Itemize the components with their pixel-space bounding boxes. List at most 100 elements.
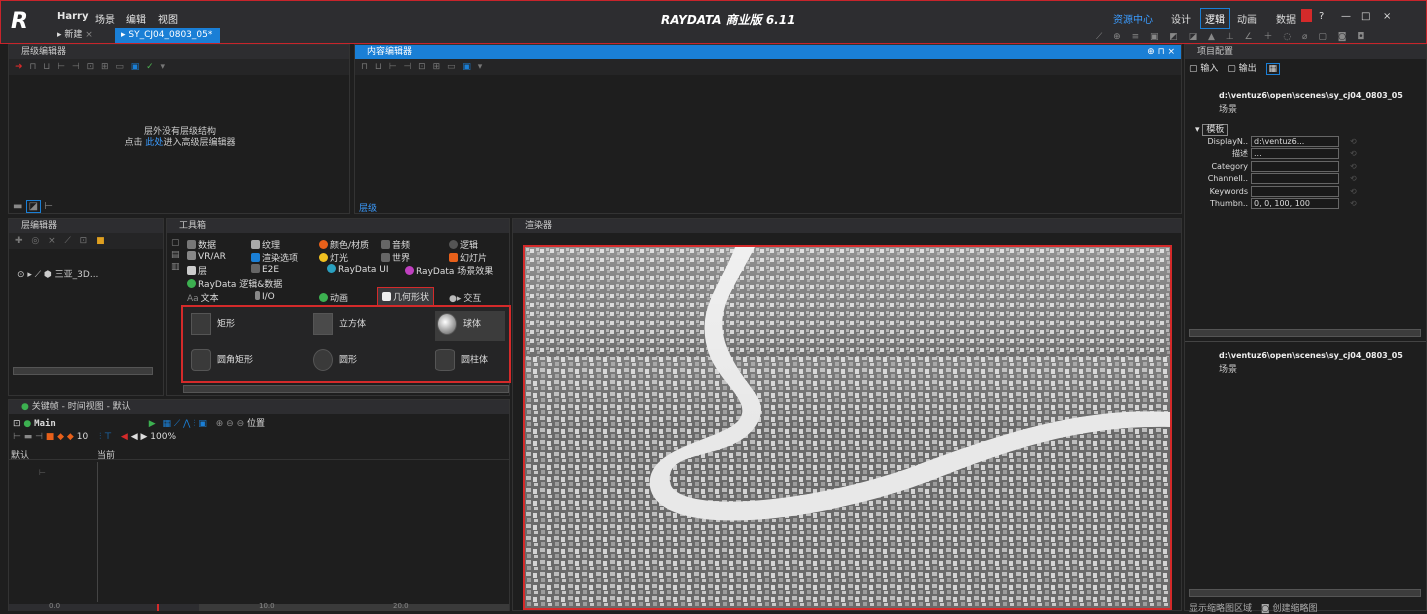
export-button[interactable]: ▢ 输出 (1227, 64, 1256, 74)
hierarchy-advanced-link[interactable]: 此处 (145, 138, 163, 148)
timeline-tools[interactable]: ▦ ⟋ ⋀ ⫶ ▣ (163, 419, 207, 429)
cat-animation[interactable]: 动画 (319, 291, 348, 304)
shape-sphere[interactable]: 球体 (435, 311, 505, 341)
menu-scene[interactable]: 场景 (95, 11, 115, 26)
shape-circle-label: 圆形 (339, 355, 358, 366)
render-viewport[interactable] (523, 245, 1172, 610)
mode-animation[interactable]: 动画 (1237, 11, 1257, 26)
shape-circle[interactable]: 圆形 (313, 349, 417, 379)
content-footer-label[interactable]: 层级 (359, 201, 377, 214)
position-label[interactable]: 位置 (247, 419, 265, 429)
toolbox-side-icons[interactable]: ▢ ▤ ▥ (171, 237, 183, 273)
top-toolbar-icons[interactable]: ⟋ ⊕ ≡ ▣ ◩ ◪ ▲ ⊥ ∠ ＋ ◌ ⌀ ▢ ◙ ◘ (1096, 29, 1396, 42)
reset-icon[interactable]: ⟲ (1350, 187, 1357, 196)
layer-item[interactable]: ⊙ ▸ ⟋ ⬢ 三亚_3D... (17, 267, 98, 280)
reset-icon[interactable]: ⟲ (1350, 174, 1357, 183)
layer-toolbar[interactable]: ✚ ◎ × ⟋ ⊡ ■ (9, 233, 163, 249)
show-thumbnail-area[interactable]: 显示缩略图区域 (1189, 604, 1252, 614)
property-field[interactable]: d:\ventuz6... (1251, 135, 1339, 147)
cat-render-options[interactable]: 渲染选项 (251, 251, 298, 264)
layer-editor-header: 层编辑器 (9, 219, 163, 233)
maximize-button[interactable]: □ (1361, 11, 1370, 22)
project-scrollbar-top[interactable] (1189, 329, 1421, 337)
city-render (525, 247, 1170, 608)
menu-view[interactable]: 视图 (158, 11, 178, 26)
cat-interaction[interactable]: ●▸ 交互 (449, 291, 481, 304)
keyframe-icons[interactable]: ■ ◆ ◆ (46, 432, 74, 442)
close-button[interactable]: × (1383, 11, 1391, 22)
user-name[interactable]: Harry (57, 11, 89, 22)
mode-data[interactable]: 数据 (1276, 11, 1296, 26)
cat-color-material[interactable]: 颜色/材质 (319, 238, 369, 251)
create-thumbnail[interactable]: 创建缩略图 (1273, 604, 1318, 614)
cat-slides[interactable]: 幻灯片 (449, 251, 487, 264)
step-back-icon[interactable]: ◀ (121, 432, 128, 442)
cat-texture[interactable]: 纹理 (251, 238, 280, 251)
marker-icons[interactable]: ⫶ ⊤ (99, 432, 112, 442)
project-scrollbar-bottom[interactable] (1189, 589, 1421, 597)
property-label: Category (1211, 161, 1248, 171)
reset-icon[interactable]: ⟲ (1350, 149, 1357, 158)
cat-io[interactable]: I/O (255, 291, 275, 302)
project-scene-label-2: 场景 (1219, 365, 1238, 375)
import-button[interactable]: ▢ 输入 (1189, 64, 1218, 74)
lock-icon[interactable]: ⊡ (13, 419, 21, 429)
cat-data[interactable]: 数据 (187, 238, 216, 251)
cat-raydata-logic[interactable]: RayData 逻辑&数据 (187, 277, 282, 290)
content-toolbar[interactable]: ⊓ ⊔ ⊢ ⊣ ⊡ ⊞ ▭ ▣ ▾ (355, 59, 1181, 75)
cat-raydata-effects[interactable]: RayData 场景效果 (405, 264, 493, 277)
timeline-toolbar-2: ⊢ ▬ ⊣ ■ ◆ ◆ 10 ⫶ ⊤ ◀ ◀ ▶ 100% (9, 432, 509, 448)
mode-design[interactable]: 设计 (1171, 11, 1191, 26)
cat-geometry[interactable]: 几何形状 (377, 287, 435, 306)
cat-raydata-ui[interactable]: RayData UI (327, 264, 389, 275)
frame-number[interactable]: 10 (77, 432, 88, 442)
play-icon[interactable]: ▶ (149, 419, 156, 429)
nav-arrows[interactable]: ◀ ▶ (131, 432, 148, 442)
shape-rounded-rectangle[interactable]: 圆角矩形 (191, 349, 295, 379)
property-field[interactable]: 0, 0, 100, 100 (1251, 198, 1339, 210)
cat-vrar[interactable]: VR/AR (187, 251, 226, 262)
tab-active-scene[interactable]: ▸ SY_CJ04_0803_05* × (115, 28, 220, 55)
hierarchy-footer-icons[interactable]: ▬ ◪ ⊢ (13, 200, 53, 213)
template-group[interactable]: ▾ 模板 (1195, 122, 1229, 136)
cat-data-label: 数据 (198, 241, 217, 251)
reset-icon[interactable]: ⟲ (1350, 137, 1357, 146)
help-button[interactable]: ? (1319, 11, 1324, 22)
reset-icon[interactable]: ⟲ (1350, 162, 1357, 171)
cat-audio[interactable]: 音频 (381, 238, 410, 251)
menu-edit[interactable]: 编辑 (126, 11, 146, 26)
pdf-icon[interactable] (1301, 9, 1312, 22)
cat-layer[interactable]: 层 (187, 264, 207, 277)
property-field[interactable] (1251, 160, 1339, 172)
layer-scrollbar[interactable] (13, 367, 153, 375)
cat-e2e[interactable]: E2E (251, 264, 279, 275)
import-label: 输入 (1200, 64, 1219, 74)
timeline-ruler[interactable]: 0.0 10.0 20.0 (9, 602, 509, 611)
zoom-icons[interactable]: ⊕ ⊖ ⊖ (216, 419, 244, 429)
property-field[interactable]: ... (1251, 148, 1339, 160)
mode-logic[interactable]: 逻辑 (1200, 8, 1230, 29)
property-field[interactable] (1251, 173, 1339, 185)
view-toggle-icon[interactable]: ▦ (1265, 63, 1281, 75)
reset-icon[interactable]: ⟲ (1350, 199, 1357, 208)
hierarchy-toolbar[interactable]: ➜ ⊓ ⊔ ⊢ ⊣ ⊡ ⊞ ▭ ▣ ✓ ▾ (9, 59, 349, 75)
cat-light[interactable]: 灯光 (319, 251, 348, 264)
property-field[interactable] (1251, 185, 1339, 197)
cat-text[interactable]: Aa 文本 (187, 291, 219, 304)
resource-center-link[interactable]: 资源中心 (1113, 11, 1153, 26)
shape-cube[interactable]: 立方体 (313, 313, 417, 343)
shape-rectangle[interactable]: 矩形 (191, 313, 295, 343)
minimize-button[interactable]: — (1341, 11, 1351, 22)
content-editor-panel: 内容编辑器 ⊕ ⊓ × ⊓ ⊔ ⊢ ⊣ ⊡ ⊞ ▭ ▣ ▾ 层级 (354, 44, 1182, 214)
tab-new[interactable]: ▸ 新建 × (51, 28, 99, 43)
property-row: Keywords ⟲ (1193, 185, 1413, 198)
toolbox-scrollbar[interactable] (183, 385, 509, 393)
property-label: ChannelI.. (1207, 174, 1248, 184)
cat-world-label: 世界 (392, 254, 411, 264)
cat-world[interactable]: 世界 (381, 251, 410, 264)
playhead[interactable] (157, 604, 159, 611)
track-tools[interactable]: ⊢ ▬ ⊣ (13, 432, 43, 442)
cat-logic[interactable]: 逻辑 (449, 238, 478, 251)
track-name[interactable]: Main (34, 419, 56, 429)
timeline-zoom[interactable]: 100% (150, 432, 176, 442)
